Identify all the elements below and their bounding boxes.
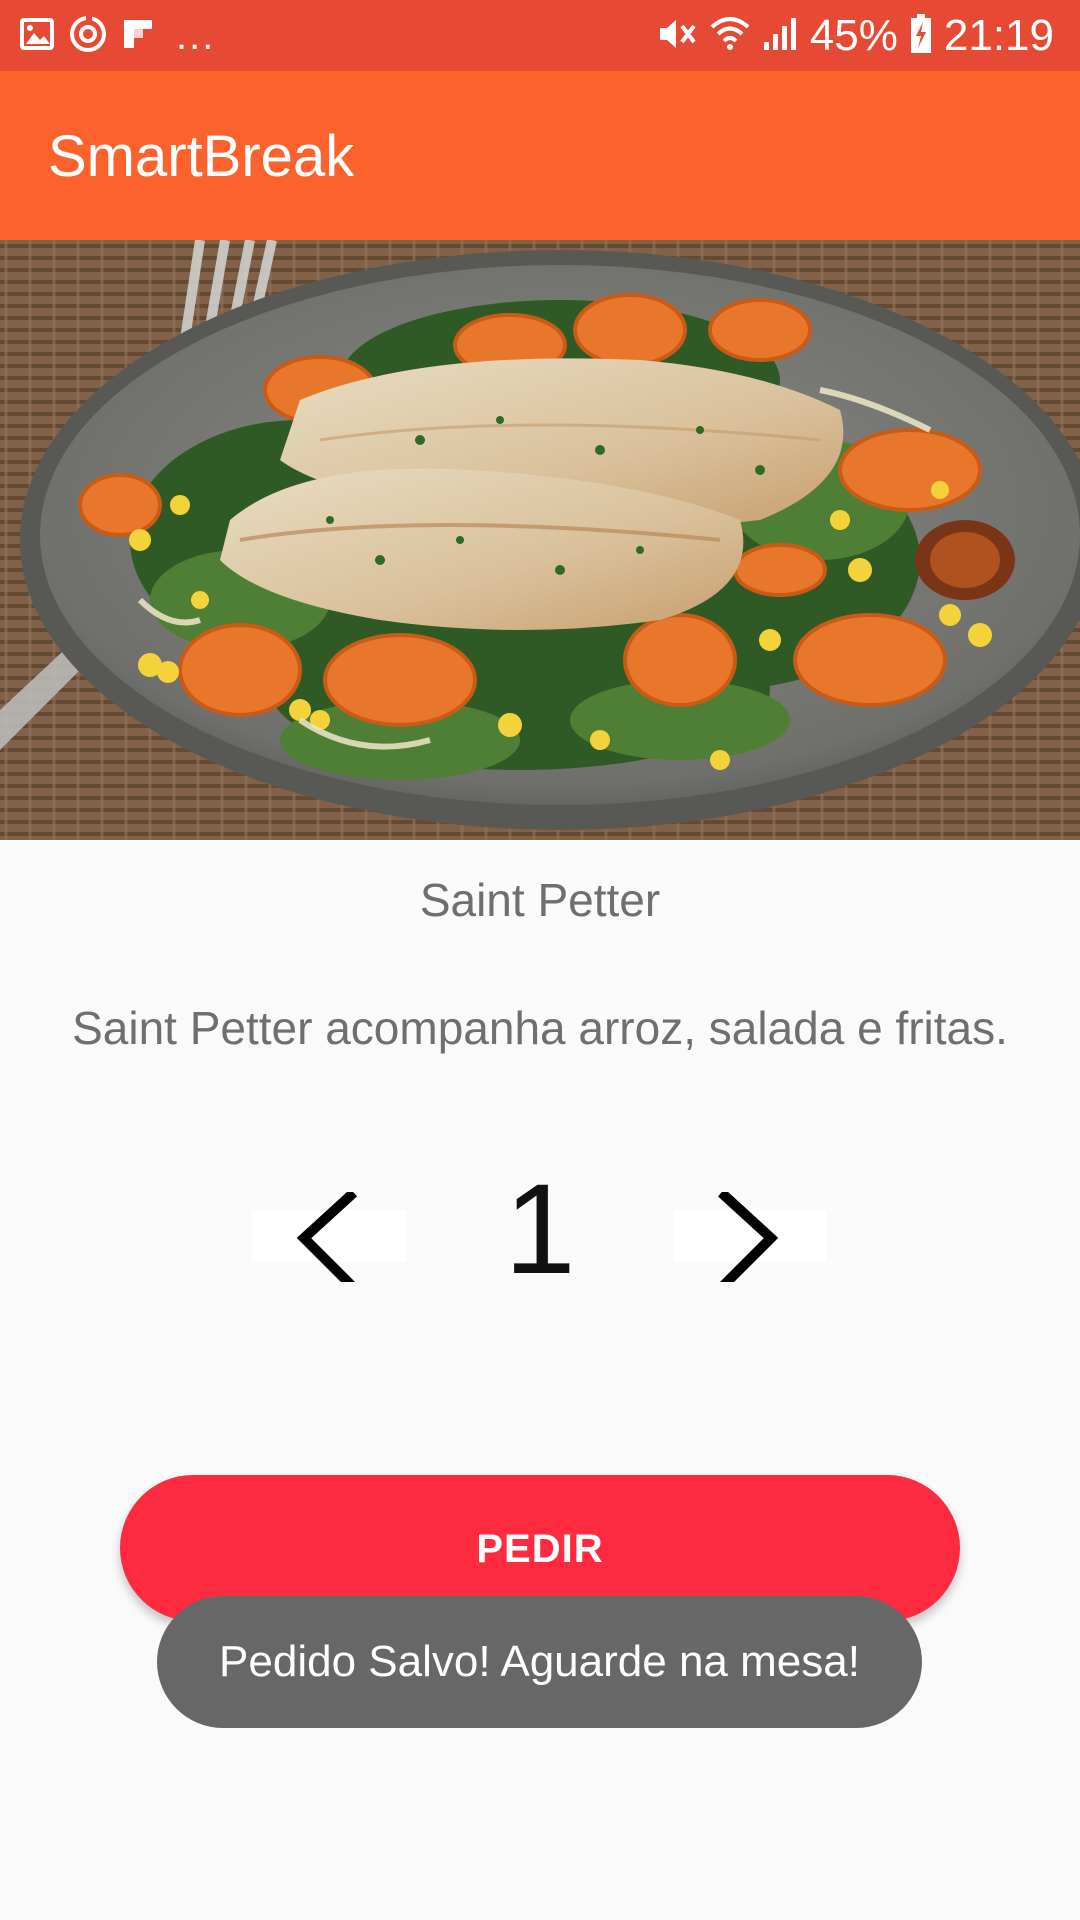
status-bar-notifications: ... — [20, 14, 215, 58]
status-bar: ... 45% 21:19 — [0, 0, 1080, 71]
toast-message: Pedido Salvo! Aguarde na mesa! — [157, 1596, 922, 1728]
flipboard-icon — [122, 18, 154, 55]
toast-text: Pedido Salvo! Aguarde na mesa! — [219, 1637, 860, 1686]
decrease-quantity-button[interactable] — [252, 1192, 406, 1282]
battery-percentage: 45% — [809, 11, 898, 60]
quantity-value: 1 — [504, 1158, 576, 1301]
chevron-right-icon — [717, 1192, 779, 1282]
status-bar-system: 45% 21:19 — [656, 10, 1054, 62]
increase-quantity-button[interactable] — [673, 1192, 827, 1282]
app-title: SmartBreak — [48, 124, 355, 189]
dish-photo — [0, 240, 1080, 840]
wifi-icon — [710, 15, 750, 58]
dish-name: Saint Petter — [419, 874, 661, 926]
screen: ... 45% 21:19 SmartBreak Saint Petter Sa… — [0, 0, 1080, 1920]
image-icon — [20, 17, 54, 55]
order-button-label: PEDIR — [476, 1526, 604, 1571]
mute-icon — [656, 16, 698, 57]
chevron-left-icon — [296, 1192, 358, 1282]
clock: 21:19 — [943, 11, 1054, 60]
more-notifications-indicator: ... — [176, 14, 216, 58]
signal-icon — [762, 16, 798, 57]
battery-charging-icon — [910, 13, 932, 59]
app-bar: SmartBreak — [0, 71, 1080, 240]
sync-circle-icon — [68, 14, 108, 59]
dish-description: Saint Petter acompanha arroz, salada e f… — [72, 1002, 1008, 1054]
